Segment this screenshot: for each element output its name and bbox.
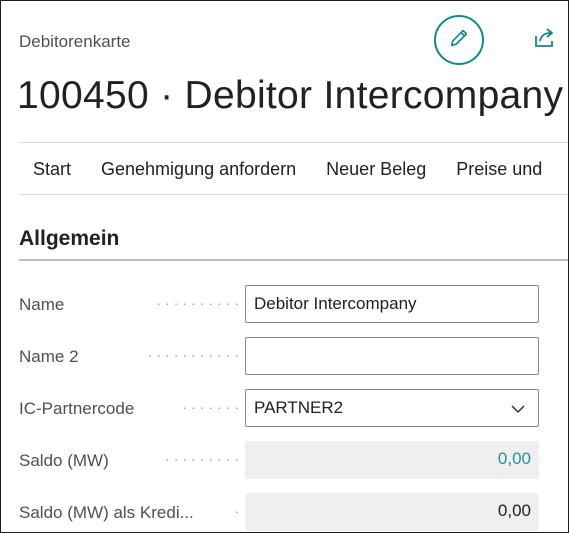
- ic-partner-value: PARTNER2: [254, 398, 344, 417]
- balance-vendor-value: 0,00: [245, 493, 539, 531]
- page-caption: Debitorenkarte: [19, 32, 131, 51]
- action-bar-divider: [19, 194, 568, 195]
- action-prices[interactable]: Preise und: [456, 159, 542, 180]
- field-row-balance-vendor: Saldo (MW) als Kredi... · 0,00: [19, 493, 539, 531]
- share-button[interactable]: [532, 27, 558, 54]
- name-label: Name: [19, 295, 65, 314]
- chevron-down-icon[interactable]: [510, 400, 526, 420]
- customer-card-page: Debitorenkarte 100450 · Debitor Intercom…: [0, 0, 569, 533]
- leader-dots: ·······: [182, 399, 243, 415]
- action-start[interactable]: Start: [33, 159, 71, 180]
- ic-partner-select[interactable]: PARTNER2: [245, 389, 539, 427]
- balance-vendor-label: Saldo (MW) als Kredi...: [19, 503, 194, 522]
- name2-field[interactable]: [245, 337, 539, 375]
- field-row-ic-partner: IC-Partnercode ······· PARTNER2: [19, 389, 539, 427]
- pencil-icon: [448, 27, 470, 54]
- header-divider: [19, 142, 568, 143]
- edit-button[interactable]: [434, 15, 484, 65]
- leader-dots: ·········: [165, 451, 243, 467]
- leader-dots: ··········: [156, 295, 243, 311]
- section-divider: [19, 259, 568, 261]
- name2-label: Name 2: [19, 347, 79, 366]
- ic-partner-label: IC-Partnercode: [19, 399, 135, 418]
- name-field[interactable]: Debitor Intercompany: [245, 285, 539, 323]
- section-title-general[interactable]: Allgemein: [19, 227, 119, 251]
- field-row-name2: Name 2 ···········: [19, 337, 539, 375]
- field-row-name: Name ·········· Debitor Intercompany: [19, 285, 539, 323]
- leader-dots: ···········: [147, 347, 243, 363]
- action-new-document[interactable]: Neuer Beleg: [326, 159, 426, 180]
- action-request-approval[interactable]: Genehmigung anfordern: [101, 159, 296, 180]
- action-bar: Start Genehmigung anfordern Neuer Beleg …: [19, 159, 558, 180]
- balance-value[interactable]: 0,00: [245, 441, 539, 479]
- field-row-balance: Saldo (MW) ········· 0,00: [19, 441, 539, 479]
- page-title: 100450 · Debitor Intercompany: [17, 74, 564, 117]
- balance-label: Saldo (MW): [19, 451, 109, 470]
- leader-dots: ·: [234, 503, 243, 519]
- share-icon: [533, 27, 557, 54]
